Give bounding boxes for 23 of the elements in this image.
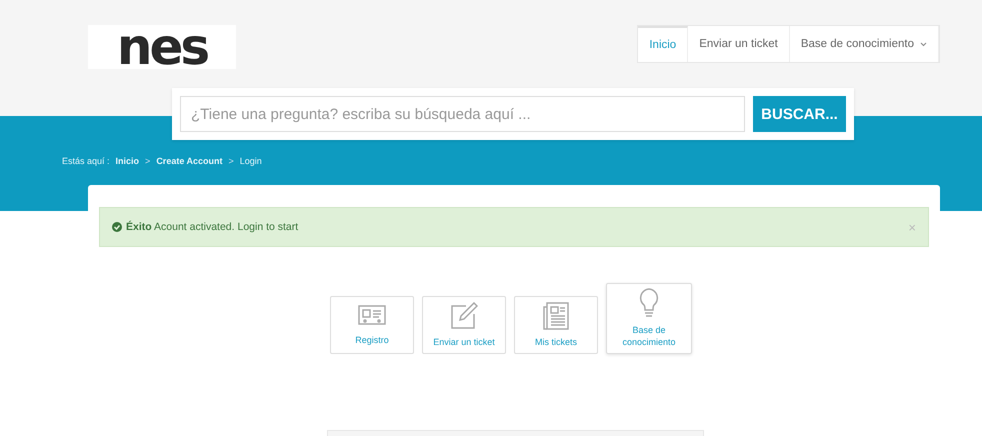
logo[interactable]: nes <box>88 25 236 69</box>
search-field[interactable]: ¿Tiene una pregunta? escriba su búsqueda aquí ... BUSCAR... <box>172 88 854 140</box>
pencil-icon <box>450 302 478 330</box>
alert-message: Éxito Acount activated. Login to start <box>126 221 298 233</box>
search-button[interactable]: BUSCAR... <box>753 96 846 132</box>
breadcrumb-link[interactable]: Create Account <box>156 156 222 166</box>
shortcut-tile[interactable]: Enviar un ticket <box>422 296 506 354</box>
close-icon[interactable]: × <box>908 220 916 234</box>
breadcrumb-label: Estás aquí : <box>62 156 110 166</box>
nav-link[interactable]: Inicio <box>638 26 688 62</box>
breadcrumb-separator: > <box>145 156 150 166</box>
shortcut-tile[interactable]: Base de conocimiento <box>606 283 692 354</box>
breadcrumb-separator: > <box>228 156 234 166</box>
newspaper-icon <box>543 302 569 330</box>
nav-link[interactable]: Enviar un ticket <box>688 26 790 62</box>
shortcut-tile[interactable]: Registro <box>330 296 414 354</box>
breadcrumb-link[interactable]: Inicio <box>116 156 140 166</box>
check-circle-icon <box>112 222 122 232</box>
lightbulb-icon <box>639 288 659 318</box>
breadcrumb-current: Login <box>240 156 262 166</box>
id-card-icon <box>358 304 386 328</box>
nav-link[interactable]: Base de conocimiento <box>790 26 939 62</box>
shortcut-tile[interactable]: Mis tickets <box>514 296 598 354</box>
